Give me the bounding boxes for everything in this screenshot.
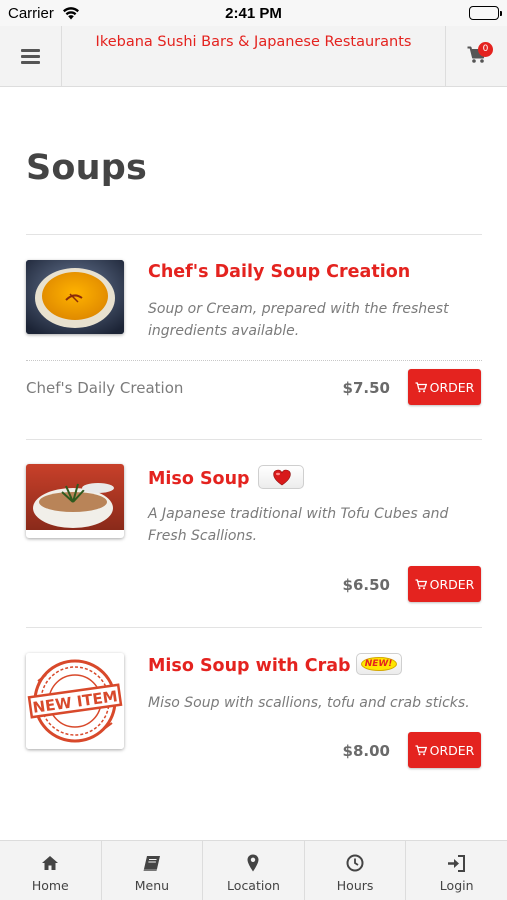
tab-menu[interactable]: Menu <box>102 841 204 900</box>
clock-time: 2:41 PM <box>225 5 282 22</box>
item-description: Soup or Cream, prepared with the freshes… <box>148 301 449 339</box>
clock-icon <box>346 853 364 873</box>
home-icon <box>41 853 59 873</box>
tab-label: Location <box>227 878 280 893</box>
login-icon <box>447 853 466 873</box>
hamburger-icon <box>21 46 40 67</box>
cart-icon <box>415 578 427 589</box>
tab-location[interactable]: Location <box>203 841 305 900</box>
item-divider <box>26 439 482 440</box>
cart-icon <box>415 744 427 755</box>
tab-label: Menu <box>134 878 170 893</box>
cart-icon <box>415 381 427 392</box>
tab-label: Home <box>31 878 69 893</box>
cart-button[interactable]: 0 <box>445 26 507 87</box>
item-price: $7.50 <box>342 379 390 397</box>
variant-label: Chef's Daily Creation <box>26 379 184 397</box>
favorite-badge <box>257 465 304 489</box>
menu-book-icon <box>143 853 161 873</box>
order-button-label: ORDER <box>429 379 475 395</box>
variant-divider <box>26 360 482 361</box>
item-divider <box>26 627 482 628</box>
app-header: Ikebana Sushi Bars & Japanese Restaurant… <box>0 26 507 87</box>
heart-icon <box>272 469 291 486</box>
item-price: $6.50 <box>342 576 390 594</box>
item-name[interactable]: Miso Soup <box>148 465 304 491</box>
item-name-text: Miso Soup <box>148 469 250 489</box>
item-description: Miso Soup with scallions, tofu and crab … <box>148 695 470 711</box>
order-button[interactable]: ORDER <box>408 369 481 405</box>
order-button-label: ORDER <box>429 576 475 592</box>
item-name[interactable]: Miso Soup with Crab NEW! <box>148 653 402 677</box>
tab-hours[interactable]: Hours <box>305 841 407 900</box>
tab-label: Hours <box>336 878 374 893</box>
status-bar: Carrier 2:41 PM <box>0 0 507 26</box>
order-button-label: ORDER <box>429 742 475 758</box>
item-name[interactable]: Chef's Daily Soup Creation <box>148 262 410 282</box>
section-divider <box>26 234 482 235</box>
tab-label: Login <box>439 878 474 893</box>
page-title: Soups <box>26 148 148 188</box>
bottom-tab-bar: Home Menu Location Hours Login <box>0 840 507 900</box>
new-badge-text: NEW! <box>360 657 397 671</box>
hamburger-menu-button[interactable] <box>0 26 62 87</box>
soup-photo[interactable] <box>26 260 124 334</box>
battery-icon <box>469 6 502 20</box>
soup-photo[interactable] <box>26 464 124 538</box>
item-price: $8.00 <box>342 742 390 760</box>
order-button[interactable]: ORDER <box>408 732 481 768</box>
item-name-text: Miso Soup with Crab <box>148 656 351 676</box>
new-badge: NEW! <box>355 653 402 675</box>
location-pin-icon <box>247 853 259 873</box>
item-description: A Japanese traditional with Tofu Cubes a… <box>148 506 449 544</box>
new-item-stamp-image[interactable]: NEW ITEM <box>26 653 124 749</box>
order-button[interactable]: ORDER <box>408 566 481 602</box>
tab-home[interactable]: Home <box>0 841 102 900</box>
cart-count-badge: 0 <box>478 42 493 57</box>
tab-login[interactable]: Login <box>406 841 507 900</box>
menu-content: Soups Chef's Daily Soup Creation Soup or… <box>0 88 507 840</box>
restaurant-title: Ikebana Sushi Bars & Japanese Restaurant… <box>95 34 412 50</box>
